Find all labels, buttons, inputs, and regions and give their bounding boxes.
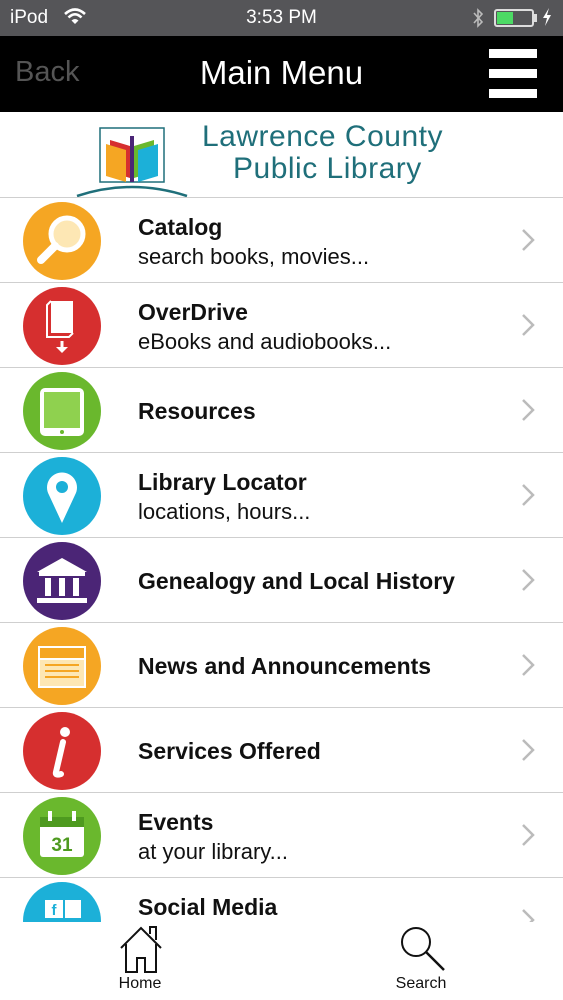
menu-item-subtitle: search books, movies... <box>138 244 370 269</box>
charging-icon <box>543 8 551 26</box>
tab-label: Search <box>395 975 447 992</box>
menu-item-subtitle: at your library... <box>138 839 288 864</box>
chevron-right-icon <box>522 229 535 251</box>
chevron-right-icon <box>522 484 535 506</box>
menu-item-title: Services Offered <box>138 738 321 764</box>
menu-item-title: Resources <box>138 398 256 424</box>
tab-bar: Home Search <box>0 922 563 1000</box>
chevron-right-icon <box>522 314 535 336</box>
status-bar: iPod 3:53 PM <box>0 0 563 36</box>
battery-icon <box>494 9 534 27</box>
menu-item-catalog[interactable]: Catalog search books, movies... <box>0 197 563 282</box>
search-icon <box>401 927 445 971</box>
museum-icon <box>23 542 101 620</box>
menu-item-subtitle: locations, hours... <box>138 499 311 524</box>
menu-item-events[interactable]: 31 Events at your library... <box>0 792 563 877</box>
newspaper-icon <box>23 627 101 705</box>
logo-line-2: Public Library <box>233 152 422 185</box>
logo-line-1: Lawrence County <box>202 120 443 153</box>
tablet-icon <box>23 372 101 450</box>
menu-item-title: Library Locator <box>138 469 307 495</box>
chevron-right-icon <box>522 569 535 591</box>
bluetooth-icon <box>473 8 484 28</box>
menu-item-title: Catalog <box>138 214 223 240</box>
menu-item-genealogy[interactable]: Genealogy and Local History <box>0 537 563 622</box>
calendar-icon: 31 <box>23 797 101 875</box>
hamburger-bar <box>489 89 537 98</box>
hamburger-bar <box>489 69 537 78</box>
menu-item-overdrive[interactable]: OverDrive eBooks and audiobooks... <box>0 282 563 367</box>
hamburger-menu-button[interactable] <box>489 49 537 99</box>
tab-search[interactable]: Search <box>371 922 471 1000</box>
menu-item-news[interactable]: News and Announcements <box>0 622 563 707</box>
menu-item-title: News and Announcements <box>138 653 432 679</box>
menu-item-resources[interactable]: Resources <box>0 367 563 452</box>
library-logo: Lawrence County Public Library <box>0 112 563 198</box>
hamburger-bar <box>489 49 537 58</box>
menu-item-library-locator[interactable]: Library Locator locations, hours... <box>0 452 563 537</box>
chevron-right-icon <box>522 739 535 761</box>
nav-bar: Back Main Menu <box>0 36 563 112</box>
info-icon <box>23 712 101 790</box>
tab-label: Home <box>118 975 162 992</box>
map-pin-icon <box>23 457 101 535</box>
ebook-download-icon <box>23 287 101 365</box>
menu-item-title: OverDrive <box>138 299 248 325</box>
chevron-right-icon <box>522 399 535 421</box>
menu-item-subtitle: eBooks and audiobooks... <box>138 329 392 354</box>
page-title: Main Menu <box>199 54 364 91</box>
menu-item-title: Social Media <box>138 894 278 920</box>
open-book-logo-icon <box>76 127 188 198</box>
menu-item-services[interactable]: Services Offered <box>0 707 563 792</box>
chevron-right-icon <box>522 654 535 676</box>
battery-tip <box>534 14 537 22</box>
magnifier-icon <box>23 202 101 280</box>
chevron-right-icon <box>522 824 535 846</box>
tab-home[interactable]: Home <box>90 922 190 1000</box>
menu-item-title: Genealogy and Local History <box>138 568 455 594</box>
menu-item-title: Events <box>138 809 214 835</box>
calendar-day: 31 <box>51 835 73 856</box>
home-icon <box>120 926 162 973</box>
